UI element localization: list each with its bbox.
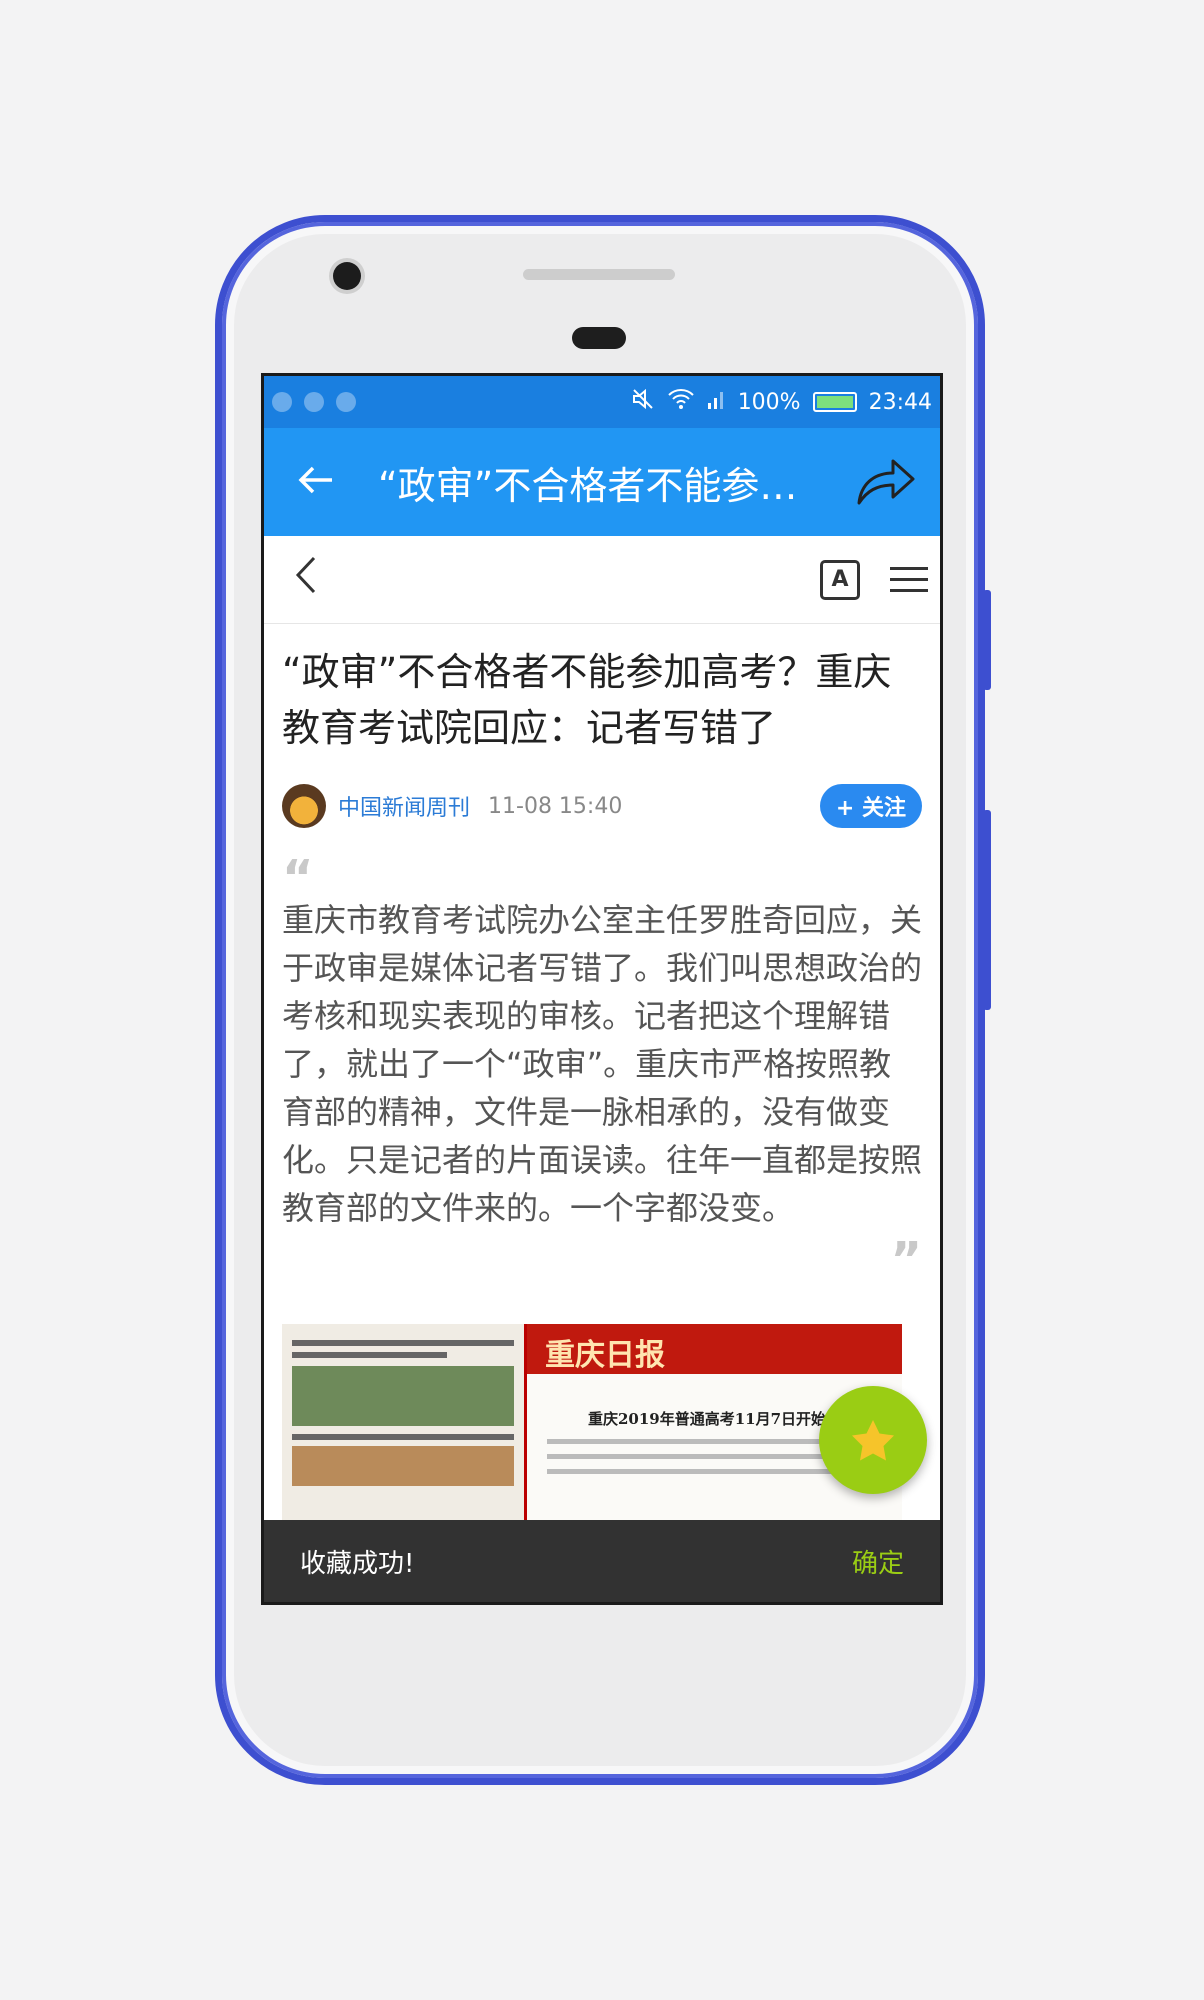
star-icon (852, 1420, 894, 1461)
notification-icon (272, 392, 292, 412)
signal-icon (706, 389, 726, 415)
back-arrow-icon[interactable] (276, 459, 356, 505)
chevron-left-icon[interactable] (276, 555, 336, 604)
battery-percent: 100% (737, 389, 801, 415)
source-link[interactable]: 中国新闻周刊 (338, 790, 470, 822)
notification-icon (304, 392, 324, 412)
page-title: “政审”不合格者不能参… (378, 463, 798, 508)
article: “政审”不合格者不能参加高考？重庆教育考试院回应：记者写错了 中国新闻周刊 11… (264, 624, 940, 1288)
front-camera (333, 262, 361, 290)
article-toolbar: A (264, 536, 940, 624)
mute-icon (632, 388, 656, 416)
newspaper-masthead: 重庆日报 (527, 1324, 902, 1374)
proximity-sensor (572, 327, 626, 349)
open-quote-icon: “ (282, 850, 314, 906)
snackbar-message: 收藏成功! (300, 1548, 415, 1579)
snackbar-confirm-button[interactable]: 确定 (852, 1543, 904, 1580)
publish-time: 11-08 15:40 (488, 793, 623, 819)
clock: 23:44 (868, 389, 932, 415)
avatar[interactable] (282, 784, 326, 828)
newspaper-left-page (282, 1324, 527, 1524)
volume-button (983, 810, 991, 1010)
share-icon[interactable] (844, 453, 928, 511)
quote-text: 重庆市教育考试院办公室主任罗胜奇回应，关于政审是媒体记者写错了。我们叫思想政治的… (282, 901, 923, 1227)
phone-screen: 100% 23:44 “政审”不合格者不能参… A “政审”不合格者不能参加高考… (261, 373, 943, 1605)
app-bar: “政审”不合格者不能参… (264, 428, 940, 536)
power-button (983, 590, 991, 690)
follow-button[interactable]: + 关注 (819, 784, 922, 828)
notification-icon (336, 392, 356, 412)
wifi-icon (667, 389, 694, 415)
plus-icon: + (835, 796, 862, 821)
follow-label: 关注 (861, 796, 906, 821)
font-size-icon[interactable]: A (820, 559, 860, 600)
article-image[interactable]: 重庆日报 重庆2019年普通高考11月7日开始报 (282, 1324, 902, 1524)
article-headline: “政审”不合格者不能参加高考？重庆教育考试院回应：记者写错了 (282, 650, 892, 750)
battery-icon (812, 392, 857, 412)
snackbar: 收藏成功! 确定 (264, 1520, 940, 1602)
earpiece-speaker (523, 269, 675, 280)
close-quote-icon: ” (890, 1232, 922, 1288)
article-meta: 中国新闻周刊 11-08 15:40 + 关注 (282, 784, 922, 828)
menu-icon[interactable] (890, 559, 928, 600)
status-bar: 100% 23:44 (264, 376, 940, 428)
favorite-button[interactable] (819, 1386, 927, 1494)
